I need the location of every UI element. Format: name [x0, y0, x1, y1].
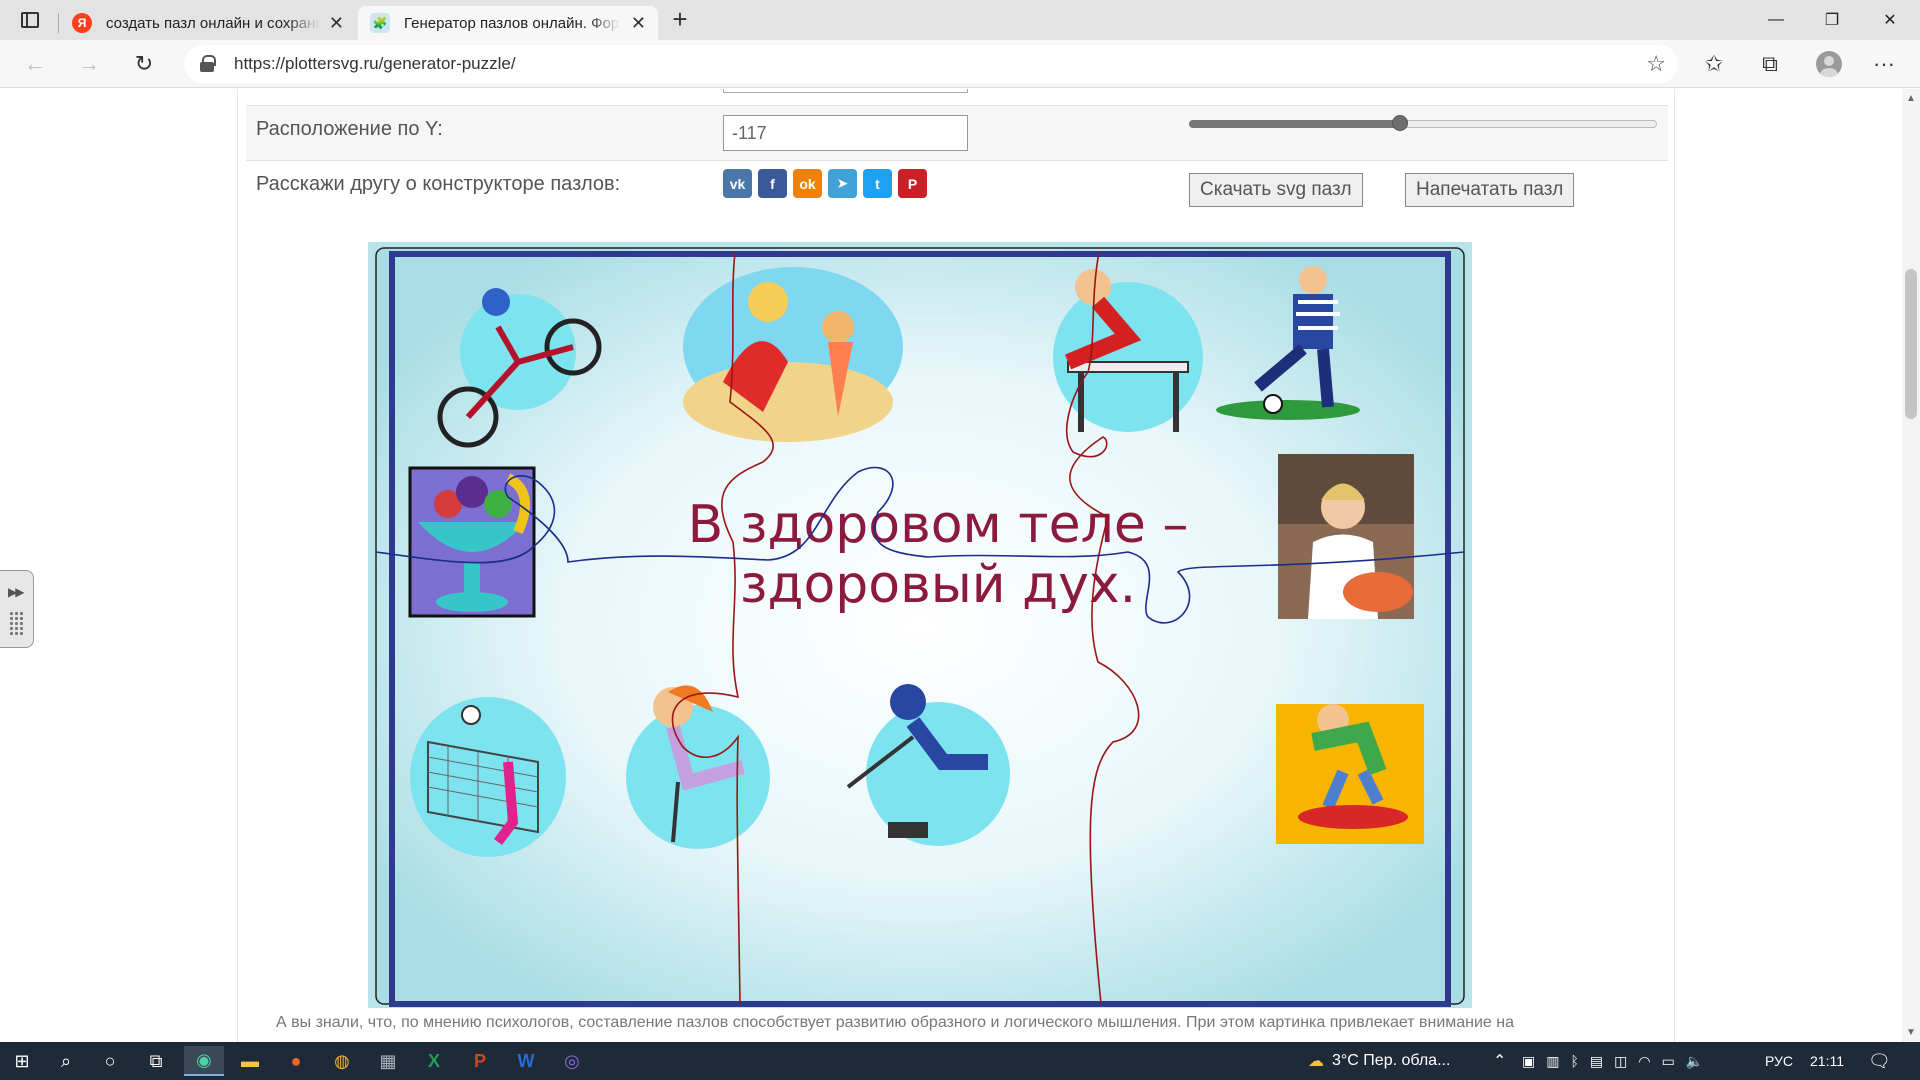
tray-app-icon[interactable]: ▥	[1546, 1053, 1559, 1070]
telegram-share-icon[interactable]: ➤	[828, 169, 857, 198]
reload-icon[interactable]: ↻	[127, 48, 161, 80]
chrome-icon[interactable]: ◍	[322, 1046, 362, 1076]
tab-separator	[58, 13, 59, 33]
grip-dots-icon	[9, 611, 25, 635]
close-tab-icon[interactable]: ✕	[329, 13, 344, 34]
x-position-input-partial[interactable]	[723, 89, 968, 93]
file-explorer-icon[interactable]: ▬	[230, 1046, 270, 1076]
lock-icon	[200, 55, 216, 72]
vk-share-icon[interactable]: vk	[723, 169, 752, 198]
app-orange-icon[interactable]: ●	[276, 1046, 316, 1076]
clock[interactable]: 21:11	[1810, 1042, 1844, 1080]
show-hidden-icons-icon[interactable]: ⌃	[1493, 1042, 1506, 1080]
facebook-share-icon[interactable]: f	[758, 169, 787, 198]
cortana-icon[interactable]: ○	[90, 1046, 130, 1076]
restore-icon[interactable]: ❐	[1804, 0, 1860, 40]
yandex-favicon-icon: Я	[72, 13, 92, 33]
weather-text: 3°C Пер. обла...	[1332, 1052, 1451, 1069]
windows-taskbar: ⊞ ⌕ ○ ⧉ ◉ ▬ ● ◍ ▦ X P W ◎ ☁ 3°C Пер. обл…	[0, 1042, 1920, 1080]
scrollbar-thumb[interactable]	[1905, 269, 1917, 419]
skateboarder-image	[1276, 704, 1424, 844]
url-text[interactable]: https://plottersvg.ru/generator-puzzle/	[234, 54, 516, 74]
battery-icon[interactable]: ▭	[1662, 1053, 1675, 1070]
browser-toolbar: ← → ↻ https://plottersvg.ru/generator-pu…	[0, 40, 1920, 88]
address-bar[interactable]: https://plottersvg.ru/generator-puzzle/ …	[184, 45, 1678, 83]
minimize-icon[interactable]: —	[1748, 0, 1804, 40]
share-row: Расскажи другу о конструкторе пазлов: vk…	[246, 161, 1668, 217]
favorites-icon[interactable]: ✩	[1696, 48, 1732, 80]
collections-icon[interactable]: ⧉	[1752, 48, 1788, 80]
web-page: Расположение по Y: Расскажи другу о конс…	[0, 89, 1902, 1042]
scroll-up-icon[interactable]: ▲	[1906, 93, 1916, 104]
tab-bar: Я создать пазл онлайн и сохрани ✕ 🧩 Гене…	[0, 0, 1920, 40]
y-position-input[interactable]	[723, 115, 968, 151]
more-menu-icon[interactable]: ···	[1866, 48, 1902, 80]
bluetooth-icon[interactable]: ᛒ	[1570, 1053, 1578, 1069]
notifications-icon[interactable]: 🗨	[1868, 1042, 1891, 1080]
add-favorite-icon[interactable]: ☆	[1646, 51, 1666, 77]
info-paragraph: А вы знали, что, по мнению психологов, с…	[276, 1014, 1515, 1031]
edge-app-icon[interactable]: ◉	[184, 1046, 224, 1076]
new-tab-icon[interactable]: +	[666, 6, 694, 34]
print-puzzle-button[interactable]: Напечатать пазл	[1405, 173, 1575, 207]
tray-app-icon[interactable]: ▣	[1522, 1053, 1535, 1070]
calculator-icon[interactable]: ▦	[368, 1046, 408, 1076]
tab-title: Генератор пазлов онлайн. Фор	[404, 14, 620, 32]
close-tab-icon[interactable]: ✕	[631, 13, 646, 34]
y-position-label: Расположение по Y:	[256, 118, 443, 140]
puzzle-motto-line-1: В здоровом теле –	[688, 495, 1189, 555]
profile-avatar[interactable]	[1816, 51, 1842, 77]
tab-yandex[interactable]: Я создать пазл онлайн и сохрани ✕	[60, 6, 356, 40]
weather-widget[interactable]: ☁ 3°C Пер. обла...	[1308, 1042, 1450, 1080]
slider-thumb[interactable]	[1391, 115, 1408, 131]
windows-start-icon[interactable]: ⊞	[2, 1046, 42, 1076]
twitter-share-icon[interactable]: t	[863, 169, 892, 198]
puzzle-favicon-icon: 🧩	[370, 13, 390, 33]
excel-icon[interactable]: X	[414, 1046, 454, 1076]
powerpoint-icon[interactable]: P	[460, 1046, 500, 1076]
forward-icon[interactable]: →	[72, 48, 106, 80]
tray-app-icon[interactable]: ▤	[1590, 1053, 1603, 1070]
woman-eating-photo	[1278, 454, 1414, 619]
side-panel-handle[interactable]: ▶▶	[0, 570, 34, 648]
weather-cloud-icon: ☁	[1308, 1053, 1324, 1070]
search-icon[interactable]: ⌕	[46, 1046, 86, 1076]
wifi-icon[interactable]: ◠	[1638, 1053, 1650, 1070]
tab-puzzle-generator[interactable]: 🧩 Генератор пазлов онлайн. Фор ✕	[358, 6, 658, 40]
tray-app-icon[interactable]: ◫	[1614, 1053, 1627, 1070]
expand-arrows-icon: ▶▶	[8, 585, 25, 599]
tab-actions-icon[interactable]	[14, 8, 46, 32]
language-indicator[interactable]: РУС	[1765, 1042, 1793, 1080]
tab-title: создать пазл онлайн и сохрани	[106, 14, 319, 32]
content-column: Расположение по Y: Расскажи другу о конс…	[237, 89, 1675, 1042]
share-buttons: vk f ok ➤ t P	[723, 169, 927, 198]
pinterest-share-icon[interactable]: P	[898, 169, 927, 198]
volleyball-image	[410, 697, 566, 857]
task-view-icon[interactable]: ⧉	[136, 1046, 176, 1076]
puzzle-preview: В здоровом теле – здоровый дух.	[368, 242, 1472, 1008]
back-icon[interactable]: ←	[18, 48, 52, 80]
y-position-slider[interactable]	[1189, 115, 1657, 131]
odnoklassniki-share-icon[interactable]: ok	[793, 169, 822, 198]
page-scrollbar[interactable]: ▲ ▼	[1902, 89, 1920, 1042]
volume-icon[interactable]: 🔈	[1686, 1053, 1703, 1070]
puzzle-motto-line-2: здоровый дух.	[740, 555, 1136, 615]
system-tray-icons: ▣ ▥ ᛒ ▤ ◫ ◠ ▭ 🔈	[1522, 1042, 1703, 1080]
beach-mother-child-image	[683, 267, 903, 442]
close-window-icon[interactable]: ✕	[1862, 0, 1918, 40]
download-svg-button[interactable]: Скачать svg пазл	[1189, 173, 1363, 207]
word-icon[interactable]: W	[506, 1046, 546, 1076]
viber-icon[interactable]: ◎	[552, 1046, 592, 1076]
share-label: Расскажи другу о конструкторе пазлов:	[256, 173, 621, 195]
slider-fill	[1189, 120, 1400, 128]
fruit-bowl-image	[408, 466, 536, 618]
scroll-down-icon[interactable]: ▼	[1906, 1027, 1916, 1038]
y-position-row: Расположение по Y:	[246, 105, 1668, 161]
